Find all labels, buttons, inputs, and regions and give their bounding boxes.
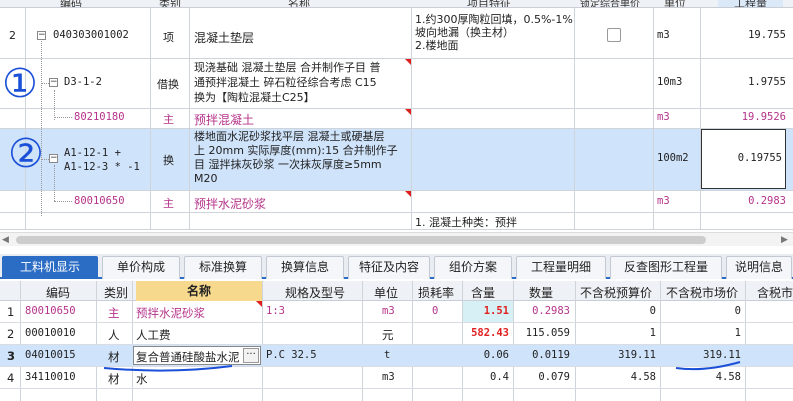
underline-name-annotation <box>103 365 233 372</box>
underline-price-annotation <box>675 361 741 371</box>
annotation-underlines <box>103 361 741 372</box>
